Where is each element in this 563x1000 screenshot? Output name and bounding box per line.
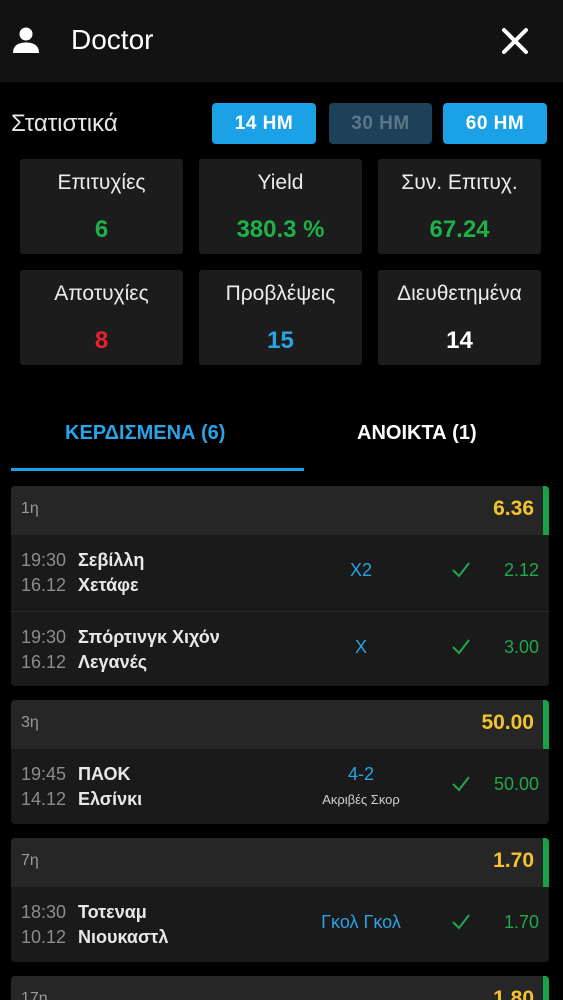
match-datetime: 18:30 10.12	[21, 900, 66, 950]
home-team: Σεβίλλη	[78, 550, 145, 570]
odd: 50.00	[493, 774, 539, 794]
match-teams: ΠΑΟΚ Ελσίνκι	[78, 762, 142, 812]
match-teams: Σπόρτινγκ Χιχόν Λεγανές	[78, 625, 220, 675]
tab-won[interactable]: ΚΕΡΔΙΣΜΕΝΑ (6)	[65, 422, 225, 445]
stat-value: 14	[446, 327, 473, 354]
match-time: 19:45	[21, 764, 67, 784]
stat-card-yield: Yield 380.3 %	[199, 159, 362, 254]
stat-value: 15	[267, 327, 294, 354]
range-14-button[interactable]: 14 ΗΜ	[212, 103, 316, 144]
match-date: 10.12	[21, 927, 67, 947]
match-time: 19:30	[21, 550, 67, 570]
stat-label: Διευθετημένα	[397, 282, 522, 305]
bet-total-odds: 50.00	[481, 711, 534, 734]
status-bar	[543, 976, 549, 1000]
stat-card-settled: Διευθετημένα 14	[378, 270, 541, 365]
stat-label: Αποτυχίες	[54, 282, 149, 305]
stat-card-losses: Αποτυχίες 8	[20, 270, 183, 365]
pick: Γκολ Γκολ	[321, 912, 401, 932]
stats-title: Στατιστικά	[11, 110, 118, 137]
stat-value: 6	[94, 216, 109, 243]
match-row[interactable]: 19:45 14.12 ΠΑΟΚ Ελσίνκι 4-2 Ακριβές Σκο…	[11, 749, 549, 824]
match-row[interactable]: 18:30 10.12 Τοτεναμ Νιουκαστλ Γκολ Γκολ …	[11, 887, 549, 962]
match-teams: Σεβίλλη Χετάφε	[78, 548, 144, 598]
bet-total-odds: 1.70	[493, 849, 534, 872]
stat-label: Επιτυχίες	[57, 171, 146, 194]
tab-indicator	[11, 468, 304, 471]
match-date: 16.12	[21, 575, 67, 595]
bet-card-header: 17η 1.80	[11, 976, 549, 1000]
stat-value: 8	[94, 327, 109, 354]
away-team: Λεγανές	[78, 652, 148, 672]
match-datetime: 19:30 16.12	[21, 548, 66, 598]
status-bar	[543, 700, 549, 749]
check-icon	[452, 562, 470, 578]
pick: X2	[349, 560, 373, 580]
bet-card-header: 7η 1.70	[11, 838, 549, 887]
stat-value: 67.24	[429, 216, 490, 243]
bet-card[interactable]: 1η 6.36 19:30 16.12 Σεβίλλη Χετάφε X2 2.…	[11, 486, 549, 686]
away-team: Χετάφε	[78, 575, 139, 595]
match-datetime: 19:45 14.12	[21, 762, 66, 812]
page-title: Doctor	[71, 24, 154, 55]
home-team: Τοτεναμ	[78, 902, 147, 922]
bet-card[interactable]: 17η 1.80	[11, 976, 549, 1000]
match-date: 14.12	[21, 789, 67, 809]
odd: 3.00	[503, 637, 539, 657]
tab-open[interactable]: ΑΝΟΙΚΤΑ (1)	[357, 422, 477, 445]
match-time: 18:30	[21, 902, 67, 922]
match-row[interactable]: 19:30 16.12 Σπόρτινγκ Χιχόν Λεγανές X 3.…	[11, 611, 549, 686]
bet-label: 7η	[21, 852, 39, 869]
user-icon[interactable]	[12, 26, 40, 54]
close-icon[interactable]	[500, 26, 530, 56]
check-icon	[452, 639, 470, 655]
home-team: ΠΑΟΚ	[78, 764, 131, 784]
match-datetime: 19:30 16.12	[21, 625, 66, 675]
stat-value: 380.3 %	[236, 216, 325, 243]
status-bar	[543, 838, 549, 887]
stat-card-total-odds: Συν. Επιτυχ. 67.24	[378, 159, 541, 254]
stat-card-predictions: Προβλέψεις 15	[199, 270, 362, 365]
match-time: 19:30	[21, 627, 67, 647]
stat-label: Yield	[257, 171, 304, 194]
match-teams: Τοτεναμ Νιουκαστλ	[78, 900, 168, 950]
bet-label: 1η	[21, 500, 39, 517]
stat-card-wins: Επιτυχίες 6	[20, 159, 183, 254]
bet-total-odds: 1.80	[493, 987, 534, 1000]
check-icon	[452, 776, 470, 792]
stat-label: Συν. Επιτυχ.	[401, 171, 518, 194]
range-60-button[interactable]: 60 ΗΜ	[443, 103, 547, 144]
bet-card-header: 3η 50.00	[11, 700, 549, 749]
bet-label: 3η	[21, 714, 39, 731]
match-row[interactable]: 19:30 16.12 Σεβίλλη Χετάφε X2 2.12	[11, 535, 549, 611]
pick: 4-2	[347, 764, 374, 784]
bet-card-header: 1η 6.36	[11, 486, 549, 535]
check-icon	[452, 914, 470, 930]
bet-label: 17η	[21, 990, 48, 1000]
pick-market: Ακριβές Σκορ	[322, 792, 400, 807]
odd: 2.12	[503, 560, 539, 580]
away-team: Ελσίνκι	[78, 789, 143, 809]
odd: 1.70	[503, 912, 539, 932]
status-bar	[543, 486, 549, 535]
match-date: 16.12	[21, 652, 67, 672]
home-team: Σπόρτινγκ Χιχόν	[78, 627, 220, 647]
away-team: Νιουκαστλ	[78, 927, 169, 947]
range-30-button[interactable]: 30 ΗΜ	[329, 103, 432, 144]
bet-card[interactable]: 7η 1.70 18:30 10.12 Τοτεναμ Νιουκαστλ Γκ…	[11, 838, 549, 962]
bet-card[interactable]: 3η 50.00 19:45 14.12 ΠΑΟΚ Ελσίνκι 4-2 Ακ…	[11, 700, 549, 824]
pick: X	[354, 637, 367, 657]
app-header: Doctor	[0, 0, 563, 82]
bet-total-odds: 6.36	[493, 497, 534, 520]
stat-label: Προβλέψεις	[225, 282, 336, 305]
